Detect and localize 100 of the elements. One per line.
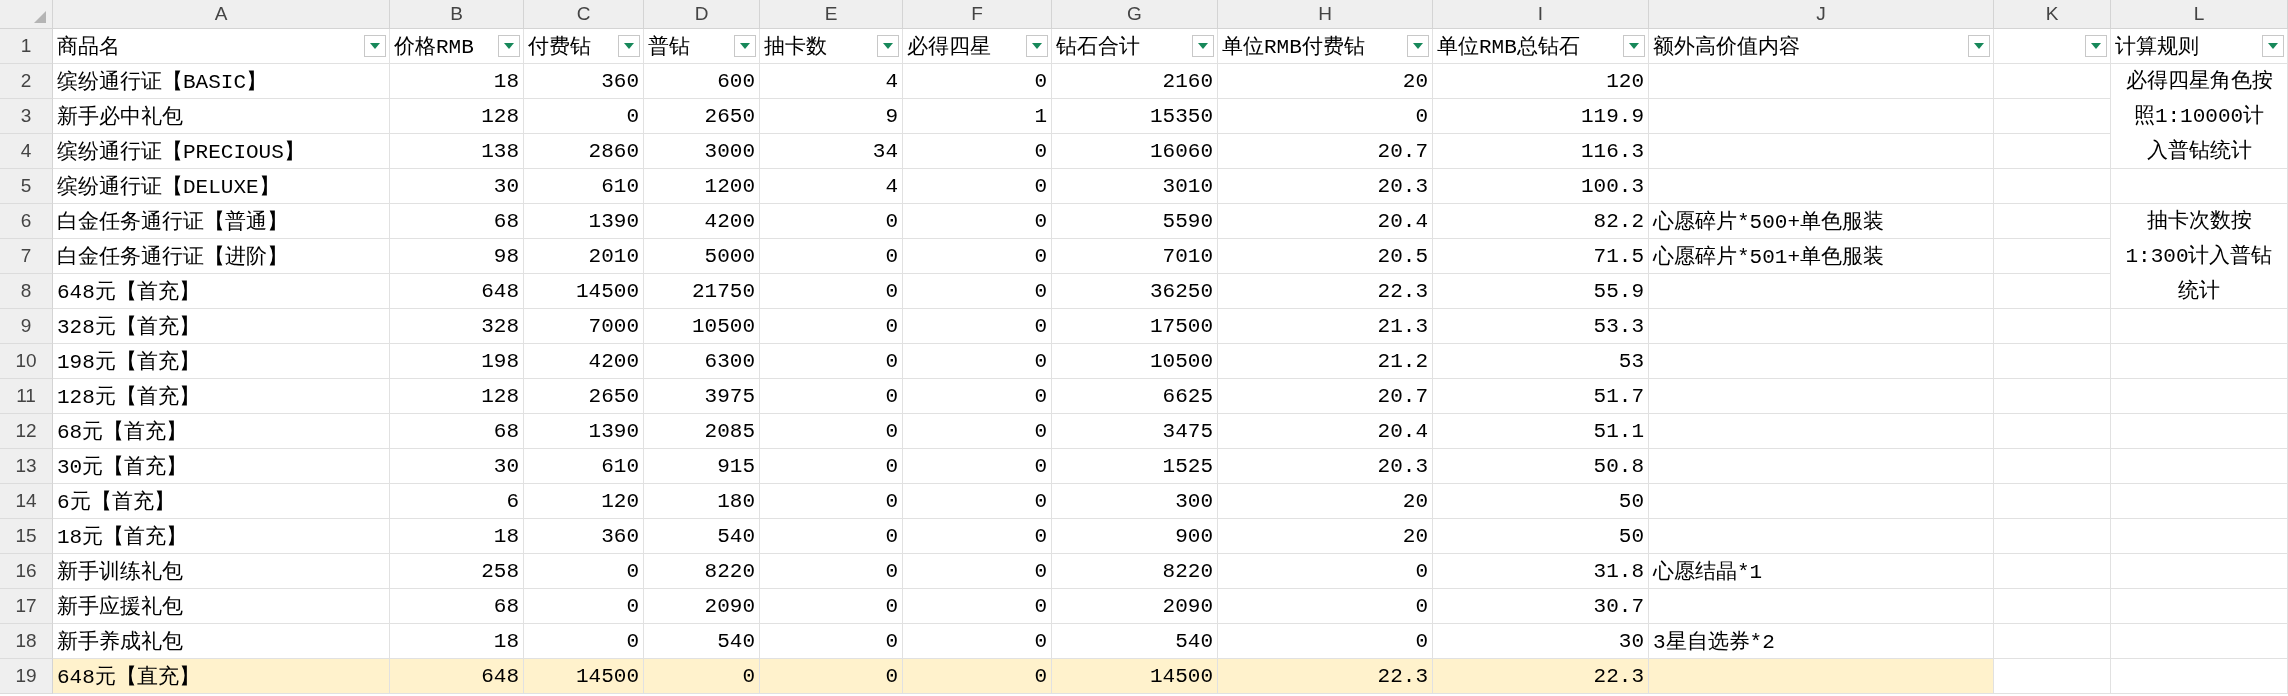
table-cell: 50.8 xyxy=(1433,449,1649,484)
table-cell: 128 xyxy=(390,379,524,414)
dropdown-arrow-icon xyxy=(1629,43,1639,49)
table-cell: 0 xyxy=(760,239,903,274)
row-number[interactable]: 12 xyxy=(0,414,53,449)
table-cell: 0 xyxy=(644,659,760,694)
column-letter[interactable]: D xyxy=(644,0,760,29)
table-cell: 0 xyxy=(760,414,903,449)
table-cell: 82.2 xyxy=(1433,204,1649,239)
dropdown-arrow-icon xyxy=(740,43,750,49)
table-cell: 20 xyxy=(1218,64,1433,99)
filter-dropdown-button[interactable] xyxy=(498,35,520,57)
row-number[interactable]: 13 xyxy=(0,449,53,484)
table-cell: 21.3 xyxy=(1218,309,1433,344)
column-letter[interactable]: F xyxy=(903,0,1052,29)
column-letter[interactable]: H xyxy=(1218,0,1433,29)
filter-dropdown-button[interactable] xyxy=(618,35,640,57)
table-cell: 2085 xyxy=(644,414,760,449)
table-cell: 610 xyxy=(524,449,644,484)
table-cell: 68元【首充】 xyxy=(53,414,390,449)
row-number[interactable]: 14 xyxy=(0,484,53,519)
row-number[interactable]: 11 xyxy=(0,379,53,414)
table-cell: 1390 xyxy=(524,204,644,239)
table-cell: 心愿结晶*1 xyxy=(1649,554,1994,589)
filter-dropdown-button[interactable] xyxy=(877,35,899,57)
row-number[interactable]: 9 xyxy=(0,309,53,344)
table-cell: 180 xyxy=(644,484,760,519)
dropdown-arrow-icon xyxy=(2091,43,2101,49)
table-cell: 9 xyxy=(760,99,903,134)
table-cell: 3475 xyxy=(1052,414,1218,449)
table-cell: 0 xyxy=(903,519,1052,554)
table-cell: 心愿碎片*501+单色服装 xyxy=(1649,239,1994,274)
table-cell: 4 xyxy=(760,64,903,99)
table-cell: 53 xyxy=(1433,344,1649,379)
row-number[interactable]: 16 xyxy=(0,554,53,589)
table-cell: 4200 xyxy=(524,344,644,379)
table-cell: 915 xyxy=(644,449,760,484)
table-cell: 68 xyxy=(390,204,524,239)
table-cell: 0 xyxy=(903,204,1052,239)
row-number[interactable]: 4 xyxy=(0,134,53,169)
row-number[interactable]: 17 xyxy=(0,589,53,624)
table-cell: 128 xyxy=(390,99,524,134)
row-number[interactable]: 7 xyxy=(0,239,53,274)
table-cell: 0 xyxy=(903,309,1052,344)
column-letter[interactable]: C xyxy=(524,0,644,29)
column-letter[interactable]: B xyxy=(390,0,524,29)
filter-dropdown-button[interactable] xyxy=(2085,35,2107,57)
table-cell: 600 xyxy=(644,64,760,99)
table-cell: 50 xyxy=(1433,484,1649,519)
table-cell: 119.9 xyxy=(1433,99,1649,134)
table-cell: 900 xyxy=(1052,519,1218,554)
table-cell: 新手必中礼包 xyxy=(53,99,390,134)
table-cell: 30.7 xyxy=(1433,589,1649,624)
row-number[interactable]: 2 xyxy=(0,64,53,99)
row-number[interactable]: 5 xyxy=(0,169,53,204)
filter-dropdown-button[interactable] xyxy=(734,35,756,57)
row-number[interactable]: 15 xyxy=(0,519,53,554)
column-letter[interactable]: A xyxy=(53,0,390,29)
table-cell: 0 xyxy=(760,204,903,239)
table-cell: 0 xyxy=(760,659,903,694)
filter-dropdown-button[interactable] xyxy=(1026,35,1048,57)
row-number[interactable]: 8 xyxy=(0,274,53,309)
row-number[interactable]: 1 xyxy=(0,29,53,64)
column-letter[interactable]: J xyxy=(1649,0,1994,29)
table-cell: 0 xyxy=(903,274,1052,309)
dropdown-arrow-icon xyxy=(370,43,380,49)
table-cell: 0 xyxy=(760,309,903,344)
table-cell: 0 xyxy=(524,554,644,589)
filter-dropdown-button[interactable] xyxy=(1968,35,1990,57)
column-letter[interactable]: E xyxy=(760,0,903,29)
table-cell: 0 xyxy=(903,134,1052,169)
filter-dropdown-button[interactable] xyxy=(1192,35,1214,57)
row-number[interactable]: 10 xyxy=(0,344,53,379)
table-cell: 7000 xyxy=(524,309,644,344)
filter-dropdown-button[interactable] xyxy=(1623,35,1645,57)
filter-dropdown-button[interactable] xyxy=(1407,35,1429,57)
table-cell: 0 xyxy=(903,449,1052,484)
dropdown-arrow-icon xyxy=(2268,43,2278,49)
table-cell: 2010 xyxy=(524,239,644,274)
row-number[interactable]: 19 xyxy=(0,659,53,694)
column-letter[interactable]: G xyxy=(1052,0,1218,29)
row-number[interactable]: 3 xyxy=(0,99,53,134)
table-cell: 20.3 xyxy=(1218,169,1433,204)
table-cell: 540 xyxy=(644,519,760,554)
table-cell: 648元【直充】 xyxy=(53,659,390,694)
row-number[interactable]: 6 xyxy=(0,204,53,239)
column-letter[interactable]: I xyxy=(1433,0,1649,29)
dropdown-arrow-icon xyxy=(1974,43,1984,49)
filter-dropdown-button[interactable] xyxy=(364,35,386,57)
column-letter[interactable]: K xyxy=(1994,0,2111,29)
table-cell: 0 xyxy=(760,449,903,484)
column-letter[interactable]: L xyxy=(2111,0,2288,29)
table-cell: 白金任务通行证【进阶】 xyxy=(53,239,390,274)
dropdown-arrow-icon xyxy=(883,43,893,49)
table-cell: 0 xyxy=(903,169,1052,204)
row-number[interactable]: 18 xyxy=(0,624,53,659)
table-cell: 98 xyxy=(390,239,524,274)
table-cell: 0 xyxy=(524,99,644,134)
filter-dropdown-button[interactable] xyxy=(2262,35,2284,57)
table-cell: 缤纷通行证【PRECIOUS】 xyxy=(53,134,390,169)
